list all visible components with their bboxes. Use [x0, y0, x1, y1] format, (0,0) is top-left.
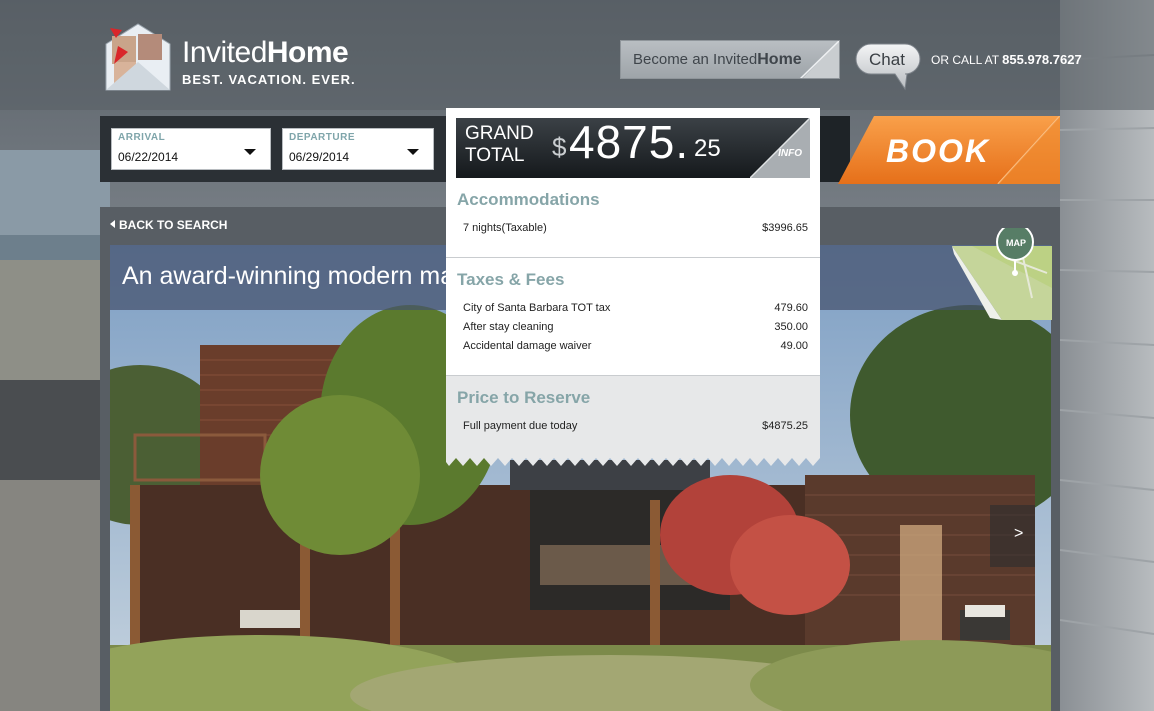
arrival-value: 06/22/2014 [118, 150, 179, 164]
booking-bar: ARRIVAL 06/22/2014 DEPARTURE 06/29/2014 [100, 116, 450, 182]
departure-date-field[interactable]: DEPARTURE 06/29/2014 [282, 128, 434, 170]
book-button[interactable]: BOOK [838, 115, 1061, 185]
next-arrow-icon: > [1014, 525, 1024, 542]
brand-logo[interactable]: InvitedHome BEST. VACATION. EVER. [104, 22, 374, 94]
line-item: Full payment due today $4875.25 [463, 420, 808, 432]
logo-envelope-icon [105, 23, 171, 91]
map-button[interactable]: MAP [952, 223, 1052, 320]
grand-total-cents: 25 [694, 135, 721, 162]
arrival-dropdown-caret-icon[interactable] [244, 149, 256, 155]
call-info: OR CALL AT 855.978.7627 [931, 52, 1082, 67]
grand-total-currency: $ [552, 132, 567, 162]
departure-label: DEPARTURE [289, 132, 355, 143]
back-to-search-link[interactable]: BACK TO SEARCH [110, 218, 227, 232]
grand-total-label: GRAND TOTAL [465, 123, 534, 166]
price-to-reserve-title: Price to Reserve [457, 388, 591, 407]
line-item: City of Santa Barbara TOT tax 479.60 [463, 302, 808, 314]
taxes-fees-title: Taxes & Fees [457, 270, 565, 289]
chat-button[interactable]: Chat [855, 43, 921, 91]
price-breakdown-popup: GRAND TOTAL $ 4875. 25 INFO Accommodatio… [446, 108, 820, 468]
departure-dropdown-caret-icon[interactable] [407, 149, 419, 155]
become-label-light: Become an Invited [633, 51, 758, 68]
chat-label: Chat [869, 50, 905, 69]
phone-number[interactable]: 855.978.7627 [1002, 52, 1082, 67]
receipt-body: GRAND TOTAL $ 4875. 25 INFO Accommodatio… [446, 108, 820, 458]
map-corner-icon [952, 223, 1052, 320]
grand-total-banner: GRAND TOTAL $ 4875. 25 INFO [456, 118, 810, 178]
section-divider [446, 257, 820, 258]
become-invitedhome-button[interactable]: Become an InvitedHome [620, 40, 840, 79]
map-label: MAP [1006, 238, 1026, 248]
envelope-flap-icon [799, 41, 839, 78]
arrival-label: ARRIVAL [118, 132, 166, 143]
info-label: INFO [778, 148, 802, 159]
brand-tagline: BEST. VACATION. EVER. [182, 72, 356, 87]
back-arrow-icon [110, 220, 115, 228]
receipt-torn-edge [446, 456, 820, 466]
call-prefix: OR CALL AT [931, 53, 999, 67]
line-item: Accidental damage waiver 49.00 [463, 340, 808, 352]
arrival-date-field[interactable]: ARRIVAL 06/22/2014 [111, 128, 271, 170]
accommodations-title: Accommodations [457, 190, 600, 209]
line-item: 7 nights(Taxable) $3996.65 [463, 222, 808, 234]
line-item: After stay cleaning 350.00 [463, 321, 808, 333]
info-button[interactable]: INFO [749, 118, 810, 178]
book-label: BOOK [886, 133, 990, 169]
grand-total-amount: 4875. [569, 118, 690, 168]
section-divider [446, 375, 820, 376]
next-photo-button[interactable]: > [990, 505, 1035, 567]
departure-value: 06/29/2014 [289, 150, 350, 164]
brand-wordmark: InvitedHome [182, 36, 349, 69]
